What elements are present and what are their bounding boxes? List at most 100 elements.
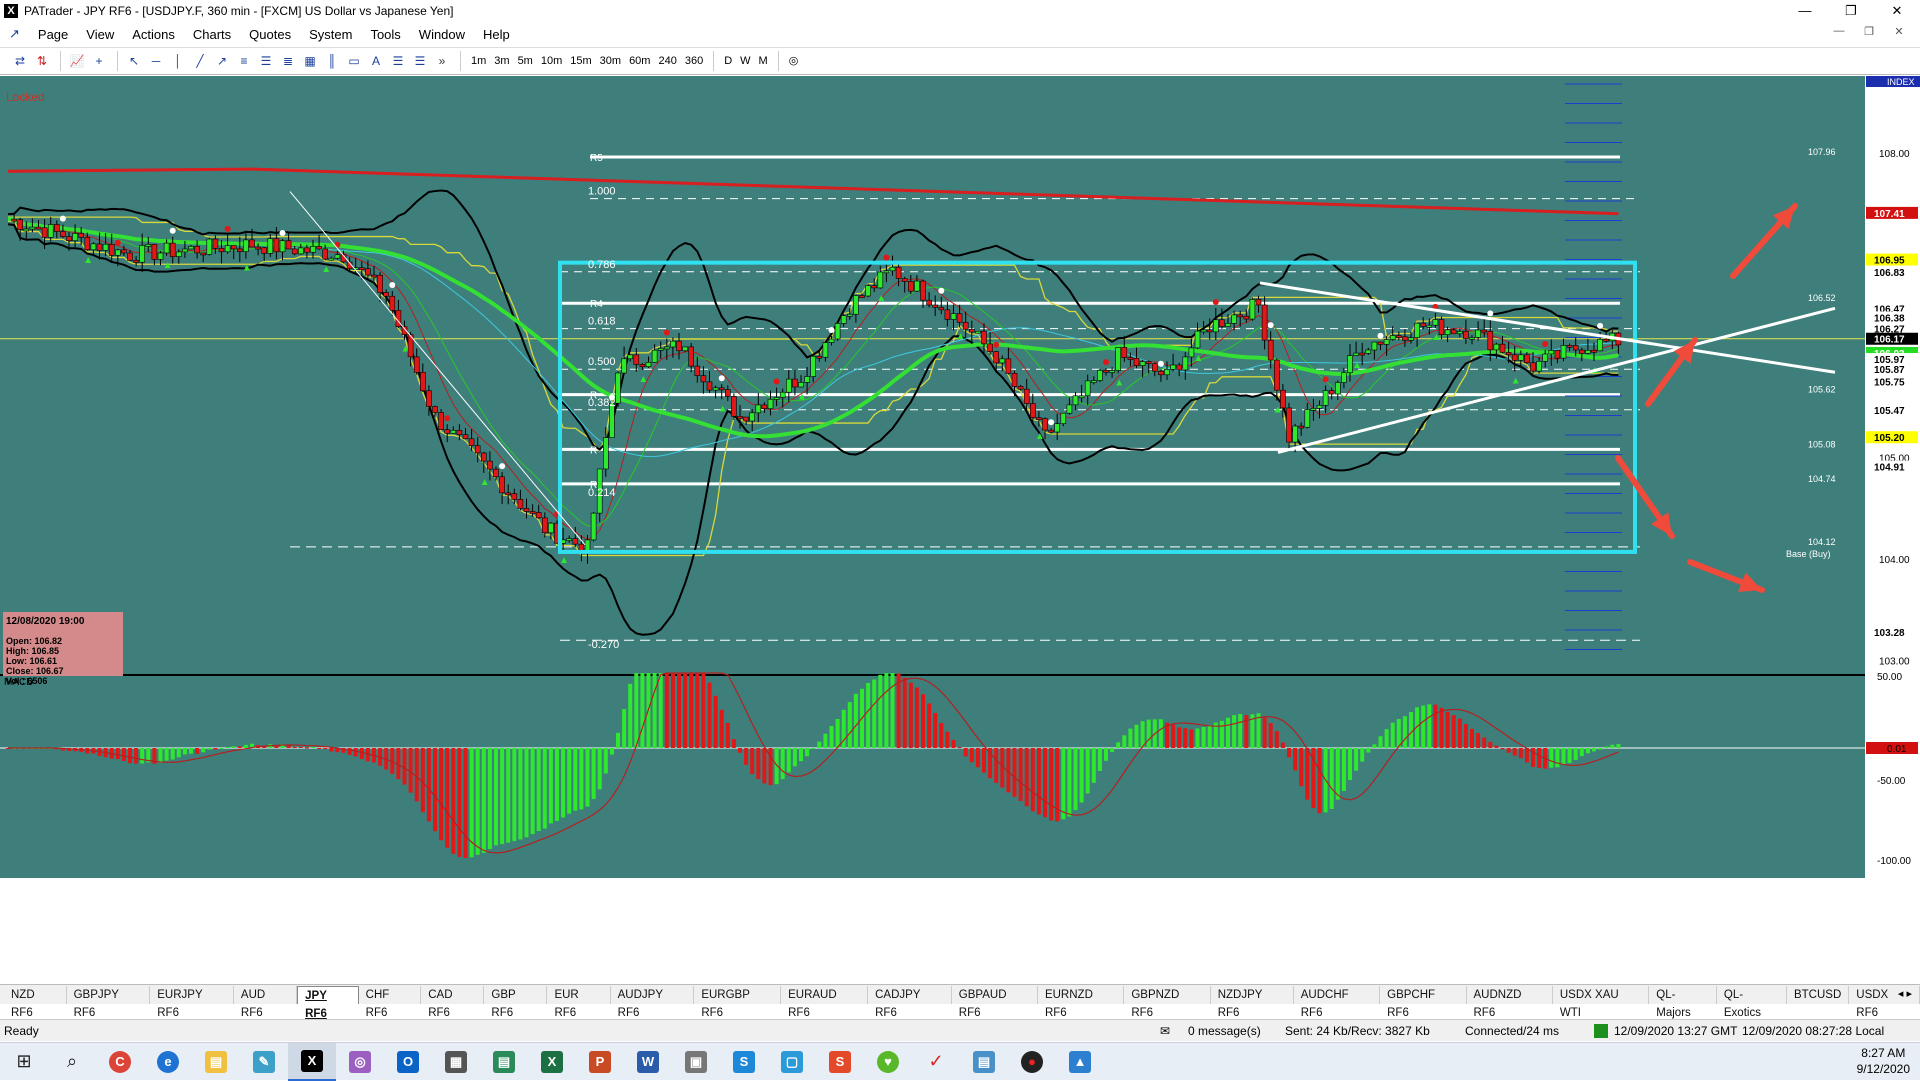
text-icon[interactable]: A <box>366 52 386 70</box>
tf-daily[interactable]: D <box>720 52 736 70</box>
symbol-tab[interactable]: GBPAUD RF6 <box>952 985 1038 1019</box>
more-icon[interactable]: ☰ <box>410 52 430 70</box>
notes-icon[interactable]: ✎ <box>240 1043 288 1081</box>
cycle-icon[interactable]: ║ <box>322 52 342 70</box>
photos-icon[interactable]: ▲ <box>1056 1043 1104 1081</box>
screen-icon[interactable]: ▢ <box>768 1043 816 1081</box>
trendline-icon[interactable]: ╱ <box>190 52 210 70</box>
tf-1m[interactable]: 1m <box>467 52 490 70</box>
symbol-tab[interactable]: CAD RF6 <box>421 985 485 1019</box>
crosshair-icon[interactable]: + <box>89 52 109 70</box>
search-icon[interactable]: ⌕ <box>48 1043 96 1081</box>
menu-tools[interactable]: Tools <box>361 27 409 42</box>
calculator-icon[interactable]: ▦ <box>432 1043 480 1081</box>
fib-icon[interactable]: ☰ <box>256 52 276 70</box>
symbol-tab[interactable]: AUDJPY RF6 <box>611 985 695 1019</box>
chrome-icon[interactable]: C <box>96 1043 144 1081</box>
archive-icon[interactable]: ▣ <box>672 1043 720 1081</box>
calendar-icon[interactable]: ▤ <box>480 1043 528 1081</box>
symbol-tab[interactable]: JPY RF6 <box>297 985 359 1020</box>
sell-icon[interactable]: ⇅ <box>32 52 52 70</box>
s-app-icon[interactable]: S <box>720 1043 768 1081</box>
symbol-tab[interactable]: AUDNZD RF6 <box>1467 985 1553 1019</box>
red-s-icon[interactable]: S <box>816 1043 864 1081</box>
symbol-tab[interactable]: NZDJPY RF6 <box>1211 985 1294 1019</box>
tf-15m[interactable]: 15m <box>566 52 595 70</box>
symbol-tab[interactable]: AUDCHF RF6 <box>1294 985 1381 1019</box>
tf-30m[interactable]: 30m <box>596 52 625 70</box>
symbol-tab[interactable]: GBPNZD RF6 <box>1124 985 1211 1019</box>
ray-icon[interactable]: ↗ <box>212 52 232 70</box>
menu-help[interactable]: Help <box>474 27 519 42</box>
channel-icon[interactable]: ≡ <box>234 52 254 70</box>
symbol-tab[interactable]: NZD RF6 <box>4 985 67 1019</box>
word-icon[interactable]: W <box>624 1043 672 1081</box>
patrader-icon[interactable]: X <box>288 1042 336 1081</box>
green-app-icon[interactable]: ♥ <box>864 1043 912 1081</box>
network-icon[interactable]: ▤ <box>960 1043 1008 1081</box>
mdi-close-button[interactable]: ✕ <box>1884 25 1914 38</box>
menu-charts[interactable]: Charts <box>184 27 240 42</box>
rect-icon[interactable]: ▭ <box>344 52 364 70</box>
restore-button[interactable]: ❐ <box>1828 0 1874 22</box>
overflow-icon[interactable]: » <box>432 52 452 70</box>
menu-page[interactable]: Page <box>29 27 77 42</box>
symbol-tab[interactable]: USDX XAU WTI <box>1553 985 1650 1019</box>
hline-icon[interactable]: ─ <box>146 52 166 70</box>
close-button[interactable]: ✕ <box>1874 0 1920 22</box>
chart-icon[interactable]: 📈 <box>67 52 87 70</box>
fib-fan-icon[interactable]: ≣ <box>278 52 298 70</box>
symbol-tab[interactable]: QL-Exotics <box>1717 985 1787 1019</box>
symbol-tab[interactable]: EUR RF6 <box>547 985 611 1019</box>
message-icon[interactable]: ✉ <box>1160 1024 1170 1038</box>
menu-system[interactable]: System <box>300 27 361 42</box>
symbol-tab[interactable]: CADJPY RF6 <box>868 985 952 1019</box>
mdi-restore-button[interactable]: ❐ <box>1854 25 1884 38</box>
excel-icon[interactable]: X <box>528 1043 576 1081</box>
powerpoint-icon[interactable]: P <box>576 1043 624 1081</box>
symbol-tab[interactable]: EURNZD RF6 <box>1038 985 1125 1019</box>
start-icon[interactable]: ⊞ <box>0 1043 48 1081</box>
menu-view[interactable]: View <box>77 27 123 42</box>
symbol-tab[interactable]: AUD RF6 <box>234 985 298 1019</box>
folder-icon[interactable]: ▤ <box>192 1043 240 1081</box>
tf-240[interactable]: 240 <box>654 52 680 70</box>
buy-icon[interactable]: ⇄ <box>10 52 30 70</box>
record-icon[interactable]: ● <box>1008 1043 1056 1081</box>
tf-weekly[interactable]: W <box>736 52 754 70</box>
menu-quotes[interactable]: Quotes <box>240 27 300 42</box>
symbol-tab[interactable]: GBPCHF RF6 <box>1380 985 1467 1019</box>
menu-actions[interactable]: Actions <box>123 27 184 42</box>
symbol-tab[interactable]: EURAUD RF6 <box>781 985 869 1019</box>
tf-360[interactable]: 360 <box>681 52 707 70</box>
gann-icon[interactable]: ▦ <box>300 52 320 70</box>
symbol-tab[interactable]: GBPJPY RF6 <box>67 985 151 1019</box>
mdi-minimize-button[interactable]: — <box>1824 25 1854 38</box>
menu-window[interactable]: Window <box>410 27 474 42</box>
tf-60m[interactable]: 60m <box>625 52 654 70</box>
swoosh-icon[interactable]: ✓ <box>912 1043 960 1081</box>
app-icon-purple[interactable]: ◎ <box>336 1043 384 1081</box>
edge-icon[interactable]: e <box>144 1043 192 1081</box>
symbol-tab[interactable]: EURJPY RF6 <box>150 985 234 1019</box>
vline-icon[interactable]: │ <box>168 52 188 70</box>
menu-icon[interactable]: ↗ <box>0 26 29 42</box>
tab-scroll-icon[interactable]: ◂ ▸ <box>1898 987 1912 1000</box>
minimize-button[interactable]: — <box>1782 0 1828 22</box>
symbol-tab[interactable]: CHF RF6 <box>359 985 422 1019</box>
symbol-tab[interactable]: QL-Majors <box>1649 985 1717 1019</box>
outlook-icon[interactable]: O <box>384 1043 432 1081</box>
pointer-icon[interactable]: ↖ <box>124 52 144 70</box>
symbol-tab[interactable]: GBP RF6 <box>484 985 548 1019</box>
tf-5m[interactable]: 5m <box>514 52 537 70</box>
symbol-tab[interactable]: BTCUSD <box>1787 985 1850 1004</box>
symbol-tab[interactable]: EURGBP RF6 <box>694 985 782 1019</box>
clock-icon[interactable]: ◎ <box>785 52 803 70</box>
status-messages[interactable]: 0 message(s) <box>1188 1024 1261 1038</box>
tf-3m[interactable]: 3m <box>490 52 513 70</box>
taskbar-clock[interactable]: 8:27 AM 9/12/2020 <box>1857 1045 1910 1077</box>
chart-area[interactable]: ▲▲▲▲▲▲▲▲▲▲▲▲▲▲▲▲▲▲▲▲ 108.00105.00104.001… <box>0 76 1920 982</box>
list-icon[interactable]: ☰ <box>388 52 408 70</box>
tf-10m[interactable]: 10m <box>537 52 566 70</box>
tf-monthly[interactable]: M <box>755 52 772 70</box>
